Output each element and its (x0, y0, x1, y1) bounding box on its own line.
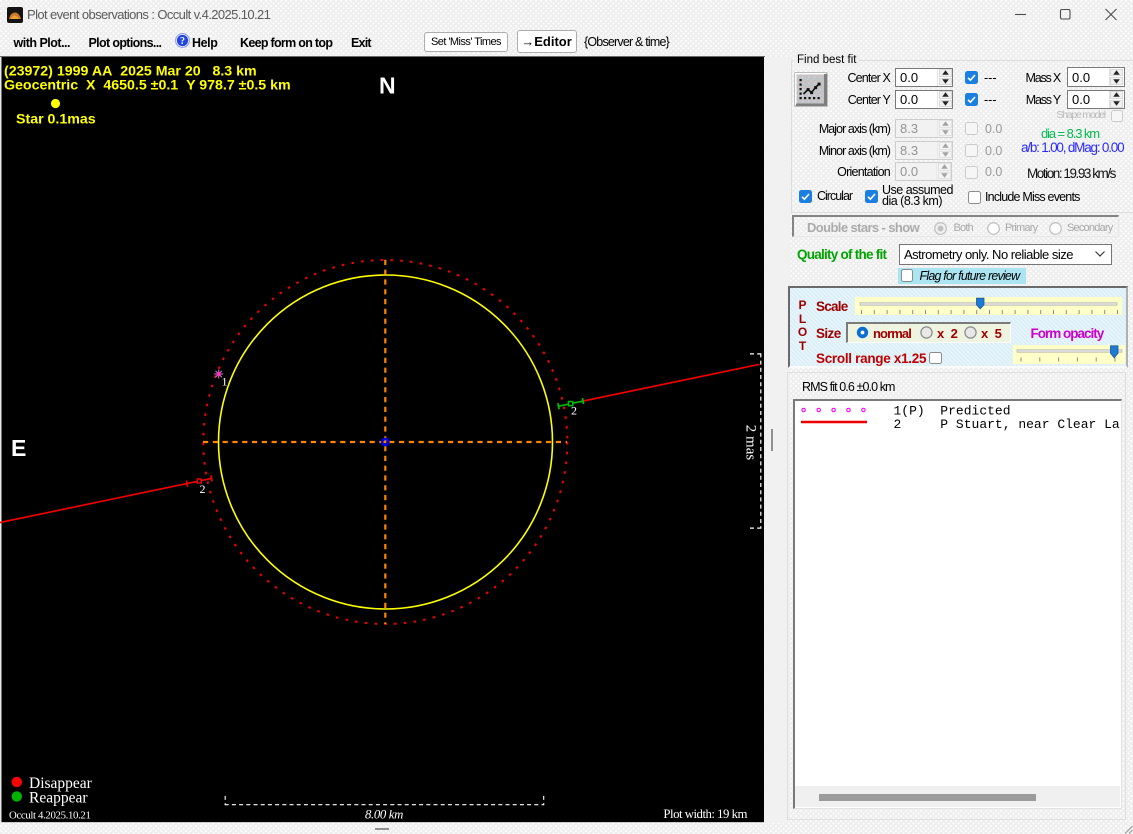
svg-text:Reappear: Reappear (29, 790, 88, 807)
svg-text:Plot width: 19 km: Plot width: 19 km (663, 807, 747, 821)
svg-text:Occult 4.2025.10.21: Occult 4.2025.10.21 (9, 810, 91, 822)
svg-text:2: 2 (200, 482, 206, 496)
svg-text:?: ? (180, 36, 185, 47)
svg-text:Star 0.1mas: Star 0.1mas (16, 112, 96, 128)
svg-text:1: 1 (222, 375, 228, 389)
svg-text:E: E (11, 435, 26, 461)
svg-text:Geocentric X 4650.5 ±0.1 Y: Geocentric X 4650.5 ±0.1 Y 978.7 ±0.5 km (4, 78, 291, 94)
svg-text:2: 2 (571, 404, 577, 418)
svg-text:N: N (379, 73, 396, 99)
svg-text:2 mas: 2 mas (743, 425, 759, 461)
svg-text:2 P Stuart, near Clear La: 2 P Stuart, near Clear La (894, 417, 1120, 431)
svg-text:8.00 km: 8.00 km (365, 808, 403, 822)
